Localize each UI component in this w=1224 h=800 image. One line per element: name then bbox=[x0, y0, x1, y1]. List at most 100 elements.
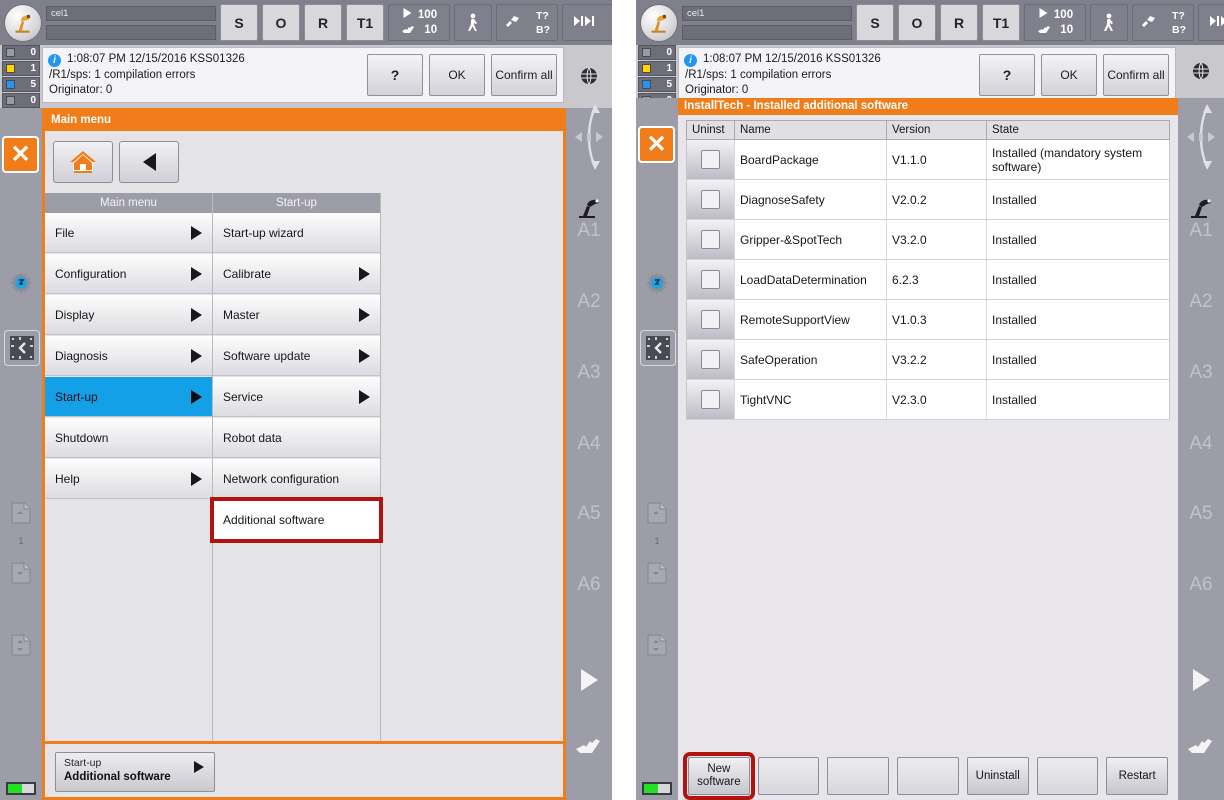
restart-button[interactable]: Restart bbox=[1106, 757, 1168, 795]
program-run-icon[interactable] bbox=[4, 556, 38, 590]
robot-axis-icon[interactable] bbox=[566, 196, 612, 222]
menu-item-additional-software[interactable]: Additional software bbox=[213, 500, 380, 540]
coordinate-system-icon[interactable] bbox=[566, 98, 612, 178]
menu-item-calibrate[interactable]: Calibrate bbox=[213, 254, 380, 294]
counter-info[interactable]: 5 bbox=[638, 77, 676, 92]
coordinate-system-icon[interactable] bbox=[1178, 98, 1224, 178]
counter-quit[interactable]: 0 bbox=[2, 45, 40, 60]
robot-interpreter-r-button[interactable]: R bbox=[940, 4, 978, 41]
checkbox[interactable] bbox=[701, 190, 720, 209]
checkbox[interactable] bbox=[701, 150, 720, 169]
menu-item-service[interactable]: Service bbox=[213, 377, 380, 417]
checkbox[interactable] bbox=[701, 350, 720, 369]
message-box[interactable]: i 1:08:07 PM 12/15/2016 KSS01326 /R1/sps… bbox=[678, 47, 1176, 103]
counter-warning[interactable]: 1 bbox=[638, 61, 676, 76]
robot-interpreter-r-button[interactable]: R bbox=[304, 4, 342, 41]
menu-item-start-up-wizard[interactable]: Start-up wizard bbox=[213, 213, 380, 253]
back-button[interactable] bbox=[119, 141, 179, 183]
menu-item-help[interactable]: Help bbox=[45, 459, 212, 499]
checkbox[interactable] bbox=[701, 230, 720, 249]
increment-button[interactable]: ∞ bbox=[1198, 4, 1224, 41]
program-step-icon[interactable] bbox=[640, 628, 674, 662]
ok-button[interactable]: OK bbox=[429, 54, 485, 96]
table-row[interactable]: TightVNC V2.3.0 Installed bbox=[686, 380, 1170, 420]
drives-ready-o-button[interactable]: O bbox=[262, 4, 300, 41]
table-row[interactable]: DiagnoseSafety V2.0.2 Installed bbox=[686, 180, 1170, 220]
new-software-button[interactable]: New software bbox=[688, 757, 750, 795]
operating-mode-t1-button[interactable]: T1 bbox=[982, 4, 1020, 41]
menu-item-shutdown[interactable]: Shutdown bbox=[45, 418, 212, 458]
menu-item-start-up[interactable]: Start-up bbox=[45, 377, 212, 417]
table-row[interactable]: RemoteSupportView V1.0.3 Installed bbox=[686, 300, 1170, 340]
settings-gear-icon[interactable] bbox=[640, 266, 674, 300]
robot-axis-icon[interactable] bbox=[1178, 196, 1224, 222]
override-button[interactable]: 100 10 bbox=[388, 4, 450, 41]
counter-info[interactable]: 5 bbox=[2, 77, 40, 92]
checkbox[interactable] bbox=[701, 310, 720, 329]
checkbox[interactable] bbox=[701, 270, 720, 289]
robot-logo-icon[interactable] bbox=[640, 4, 678, 42]
help-button[interactable]: ? bbox=[367, 54, 423, 96]
menu-item-display[interactable]: Display bbox=[45, 295, 212, 335]
jog-mode-button[interactable] bbox=[454, 4, 492, 41]
program-step-icon[interactable] bbox=[4, 628, 38, 662]
uninstall-button[interactable]: Uninstall bbox=[967, 757, 1029, 795]
counter-quit[interactable]: 0 bbox=[638, 45, 676, 60]
breadcrumb[interactable]: Start-up Additional software bbox=[55, 752, 215, 792]
program-open-icon[interactable] bbox=[4, 496, 38, 530]
program-open-icon[interactable] bbox=[640, 496, 674, 530]
home-button[interactable] bbox=[53, 141, 113, 183]
override-button[interactable]: 100 10 bbox=[1024, 4, 1086, 41]
counter-dialog[interactable]: 0 bbox=[2, 93, 40, 108]
confirm-all-button[interactable]: Confirm all bbox=[1103, 54, 1169, 96]
play-icon[interactable] bbox=[566, 666, 612, 694]
ok-button[interactable]: OK bbox=[1041, 54, 1097, 96]
submit-interpreter-s-button[interactable]: S bbox=[856, 4, 894, 41]
uninstall-checkbox-cell[interactable] bbox=[687, 300, 735, 339]
mastering-icon[interactable] bbox=[640, 330, 676, 366]
uninstall-checkbox-cell[interactable] bbox=[687, 380, 735, 419]
submit-interpreter-s-button[interactable]: S bbox=[220, 4, 258, 41]
menu-item-network-configuration[interactable]: Network configuration bbox=[213, 459, 380, 499]
play-icon[interactable] bbox=[1178, 666, 1224, 694]
jog-mode-button[interactable] bbox=[1090, 4, 1128, 41]
tool-base-button[interactable]: T? B? bbox=[496, 4, 558, 41]
menu-item-diagnosis[interactable]: Diagnosis bbox=[45, 336, 212, 376]
uninstall-checkbox-cell[interactable] bbox=[687, 140, 735, 179]
uninstall-checkbox-cell[interactable] bbox=[687, 180, 735, 219]
program-name-field[interactable] bbox=[46, 25, 216, 40]
softkey-6-button[interactable] bbox=[1037, 757, 1099, 795]
uninstall-checkbox-cell[interactable] bbox=[687, 260, 735, 299]
settings-gear-icon[interactable] bbox=[4, 266, 38, 300]
mastering-icon[interactable] bbox=[4, 330, 40, 366]
menu-item-file[interactable]: File bbox=[45, 213, 212, 253]
operating-mode-t1-button[interactable]: T1 bbox=[346, 4, 384, 41]
softkey-3-button[interactable] bbox=[827, 757, 889, 795]
hand-jog-icon[interactable] bbox=[1178, 736, 1224, 760]
hand-jog-icon[interactable] bbox=[566, 736, 612, 760]
help-button[interactable]: ? bbox=[979, 54, 1035, 96]
uninstall-checkbox-cell[interactable] bbox=[687, 220, 735, 259]
menu-item-robot-data[interactable]: Robot data bbox=[213, 418, 380, 458]
softkey-4-button[interactable] bbox=[897, 757, 959, 795]
submit-name-field[interactable]: cel1 bbox=[682, 6, 852, 21]
robot-logo-icon[interactable] bbox=[4, 4, 42, 42]
submit-name-field[interactable]: cel1 bbox=[46, 6, 216, 21]
close-icon[interactable]: ✕ bbox=[638, 126, 675, 163]
menu-item-configuration[interactable]: Configuration bbox=[45, 254, 212, 294]
tool-base-button[interactable]: T? B? bbox=[1132, 4, 1194, 41]
confirm-all-button[interactable]: Confirm all bbox=[491, 54, 557, 96]
checkbox[interactable] bbox=[701, 390, 720, 409]
table-row[interactable]: SafeOperation V3.2.2 Installed bbox=[686, 340, 1170, 380]
table-row[interactable]: LoadDataDetermination 6.2.3 Installed bbox=[686, 260, 1170, 300]
uninstall-checkbox-cell[interactable] bbox=[687, 340, 735, 379]
table-row[interactable]: BoardPackage V1.1.0 Installed (mandatory… bbox=[686, 140, 1170, 180]
menu-item-software-update[interactable]: Software update bbox=[213, 336, 380, 376]
counter-warning[interactable]: 1 bbox=[2, 61, 40, 76]
table-row[interactable]: Gripper-&SpotTech V3.2.0 Installed bbox=[686, 220, 1170, 260]
drives-ready-o-button[interactable]: O bbox=[898, 4, 936, 41]
program-name-field[interactable] bbox=[682, 25, 852, 40]
close-icon[interactable]: ✕ bbox=[2, 136, 39, 173]
softkey-2-button[interactable] bbox=[758, 757, 820, 795]
menu-item-master[interactable]: Master bbox=[213, 295, 380, 335]
